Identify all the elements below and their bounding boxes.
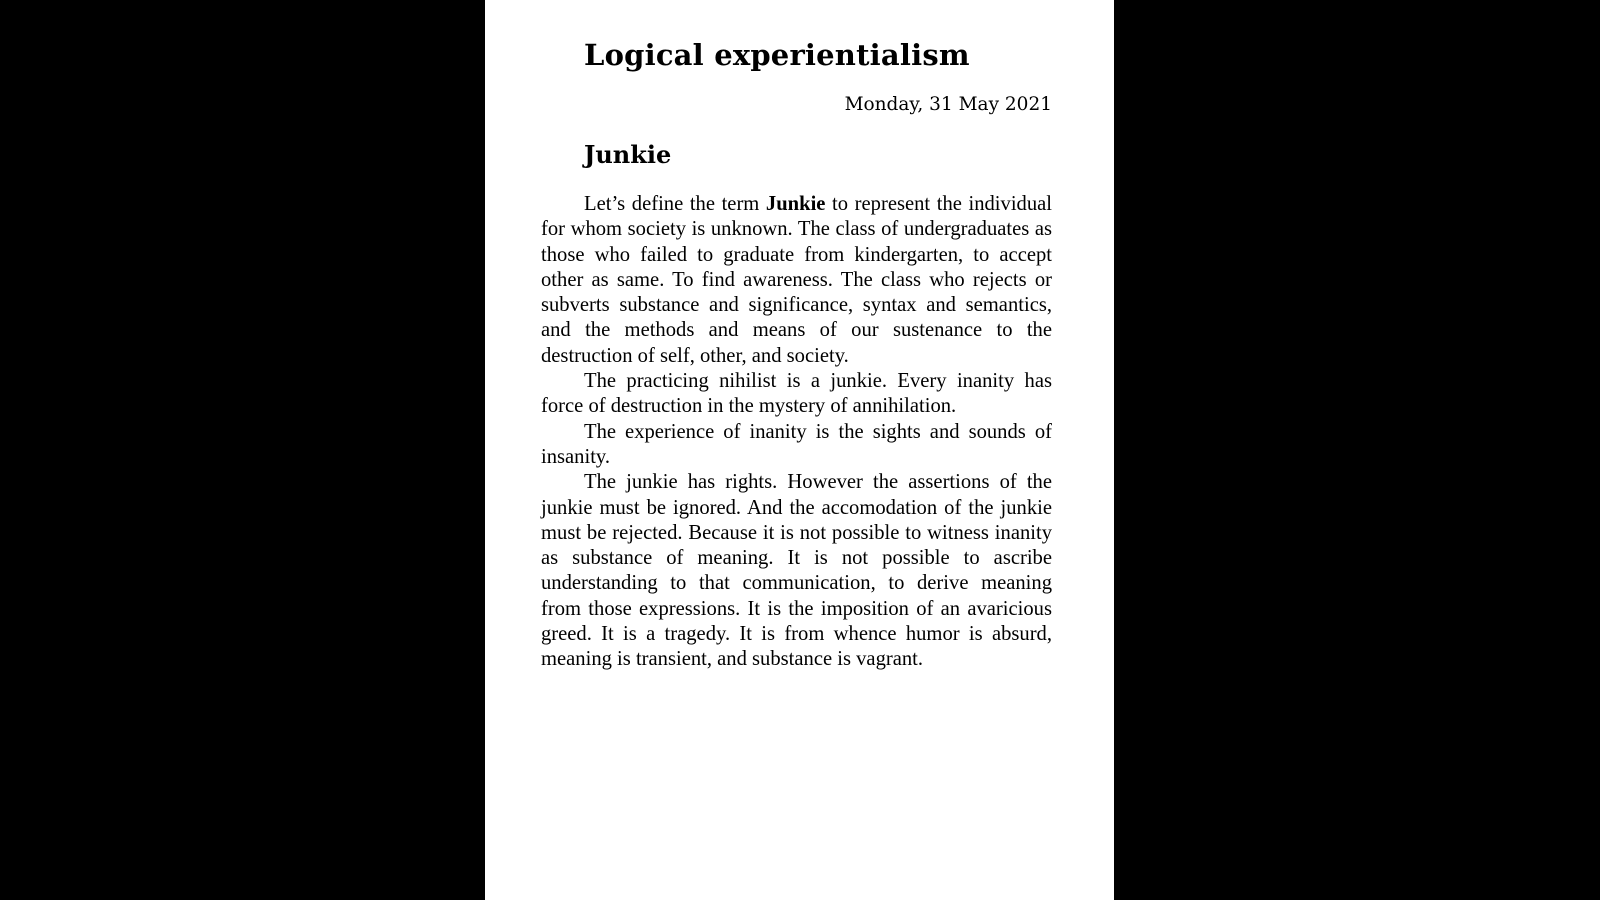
page-content: Logical experientialism Monday, 31 May 2… [541, 0, 1052, 673]
paragraph-1-text: to represent the individual for whom soc… [541, 193, 1052, 367]
section-heading: Junkie [584, 140, 672, 169]
paragraph-1-lead: Let’s define the term [584, 193, 766, 215]
paragraph-3: The experience of inanity is the sights … [541, 420, 1052, 468]
document-title: Logical experientialism [584, 38, 970, 72]
paragraph-4: The junkie has rights. However the asser… [541, 471, 1052, 671]
document-viewer: Logical experientialism Monday, 31 May 2… [0, 0, 1600, 900]
defined-term: Junkie [765, 193, 826, 215]
document-date: Monday, 31 May 2021 [844, 94, 1052, 115]
section-body: Let’s define the term Junkie to represen… [541, 192, 1052, 673]
document-page: Logical experientialism Monday, 31 May 2… [485, 0, 1114, 900]
paragraph-2: The practicing nihilist is a junkie. Eve… [541, 370, 1052, 418]
paragraph-1: Let’s define the term Junkie to represen… [541, 192, 1052, 369]
